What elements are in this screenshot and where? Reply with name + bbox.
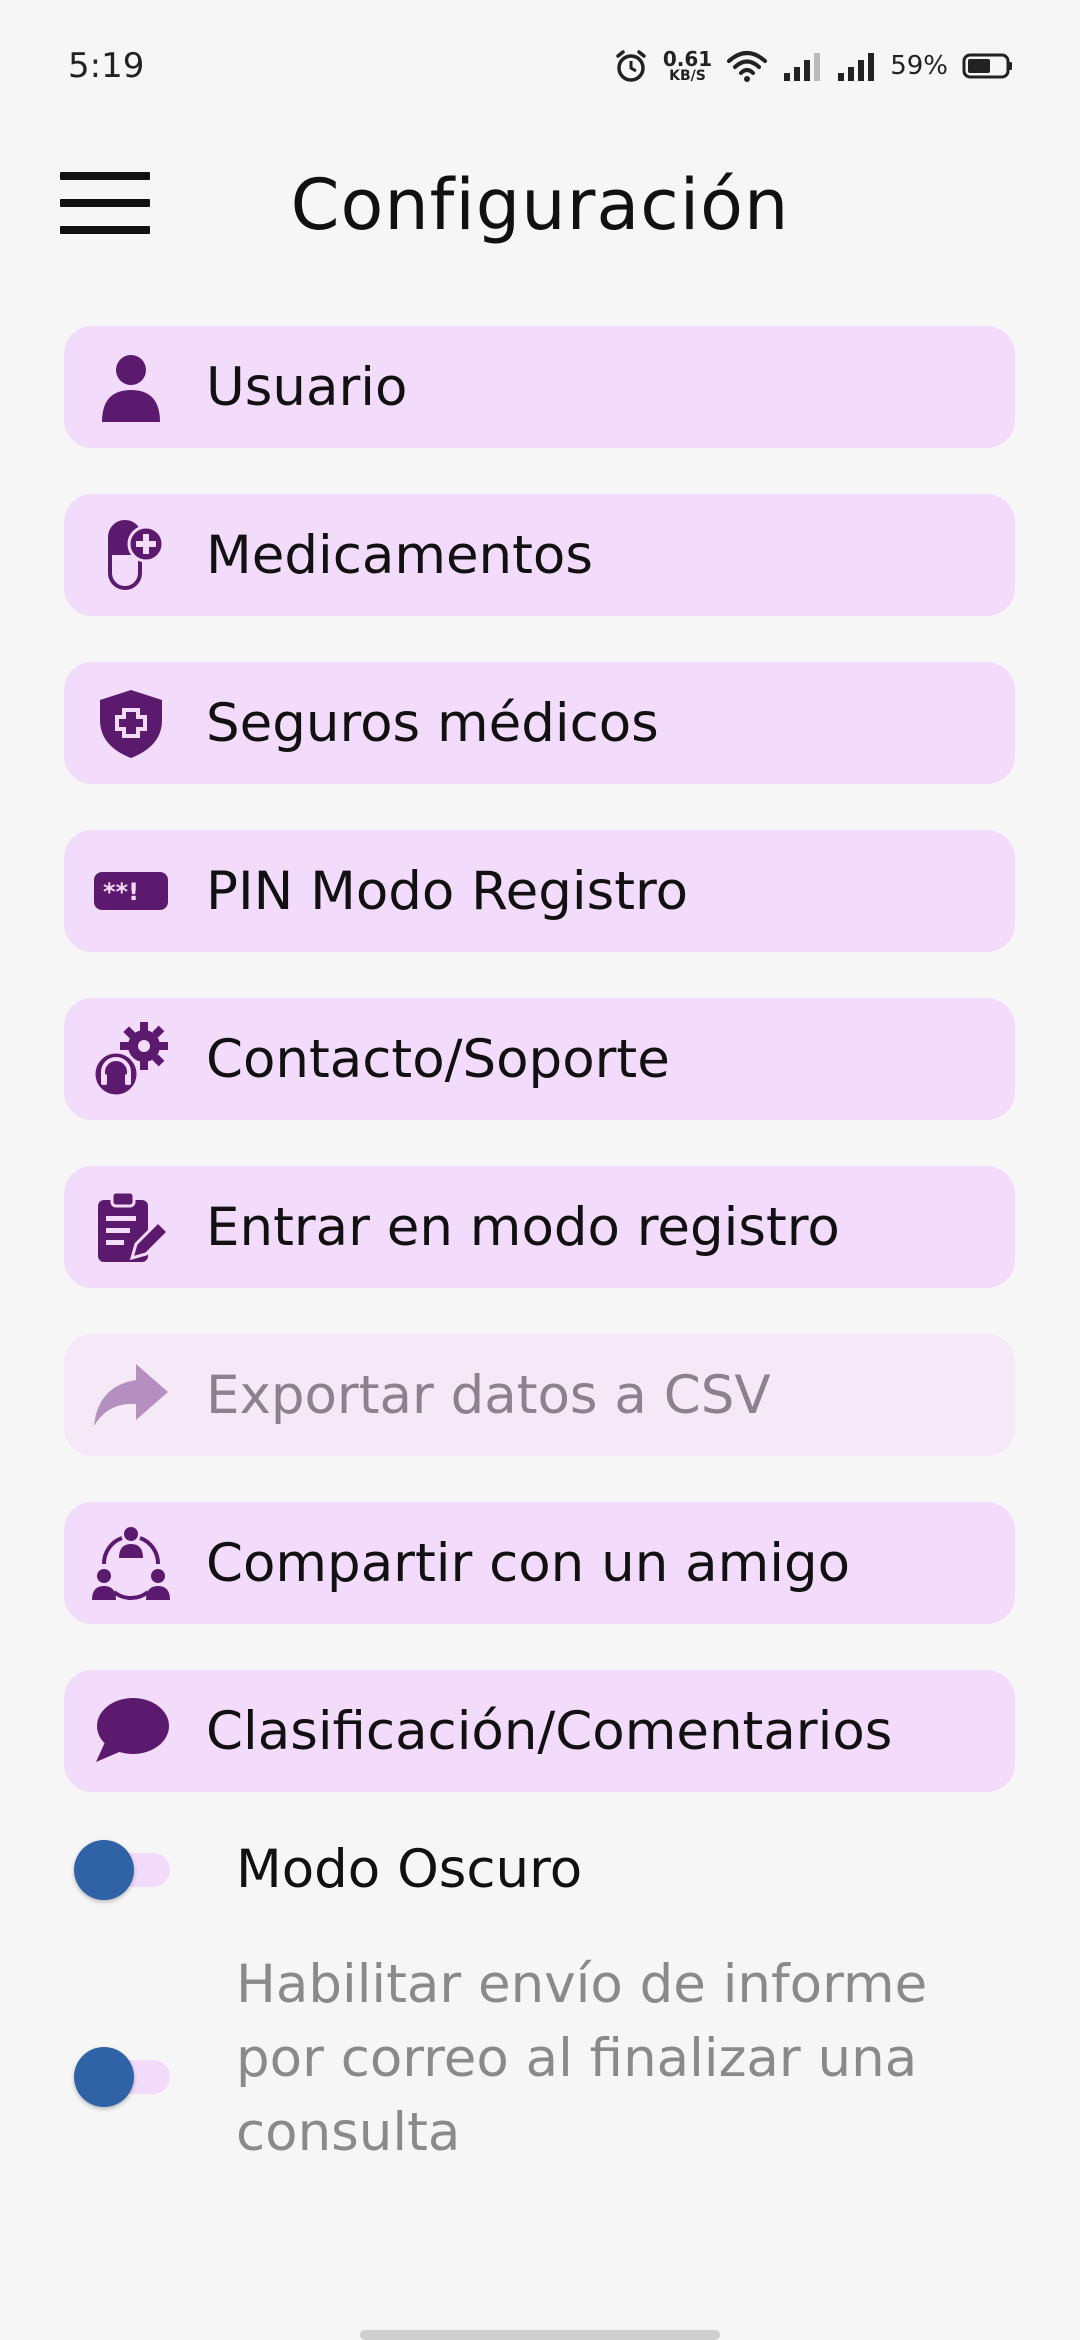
menu-item-label: Contacto/Soporte [206,1028,670,1090]
app-bar: Configuración [0,140,1080,270]
menu-item-label: Exportar datos a CSV [206,1364,771,1426]
settings-menu: Usuario Medicamentos Seguros médicos **!… [64,326,1015,1838]
menu-item-label: Usuario [206,356,408,418]
dark-mode-toggle[interactable] [74,1840,170,1900]
menu-item-pin-modo-registro[interactable]: **! PIN Modo Registro [64,830,1015,952]
comment-icon [92,1692,170,1770]
page-title: Configuración [290,164,790,246]
user-icon [92,348,170,426]
menu-item-compartir-amigo[interactable]: Compartir con un amigo [64,1502,1015,1624]
clipboard-edit-icon [92,1188,170,1266]
menu-item-seguros-medicos[interactable]: Seguros médicos [64,662,1015,784]
shield-plus-icon [92,684,170,762]
menu-item-exportar-csv[interactable]: Exportar datos a CSV [64,1334,1015,1456]
status-time: 5:19 [68,46,145,86]
menu-item-label: Medicamentos [206,524,593,586]
menu-item-label: Entrar en modo registro [206,1196,840,1258]
network-speed-value: 0.61 [662,47,713,71]
pill-icon [92,516,170,594]
status-icons: 0.61 KB/S 59% [613,48,1014,84]
menu-item-contacto-soporte[interactable]: Contacto/Soporte [64,998,1015,1120]
pin-icon: **! [92,852,170,930]
email-report-toggle[interactable] [74,2047,170,2107]
dark-mode-label: Modo Oscuro [236,1839,583,1900]
menu-item-entrar-modo-registro[interactable]: Entrar en modo registro [64,1166,1015,1288]
support-gear-icon [92,1020,170,1098]
svg-text:**!: **! [103,878,139,906]
menu-item-clasificacion-comentarios[interactable]: Clasificación/Comentarios [64,1670,1015,1792]
share-arrow-icon [92,1356,170,1434]
menu-item-label: PIN Modo Registro [206,860,689,922]
toggle-thumb [74,1840,134,1900]
network-speed: 0.61 KB/S [663,49,712,83]
email-report-row: Habilitar envío de informe por correo al… [74,1948,1034,2178]
status-bar: 5:19 0.61 KB/S 59% [0,0,1080,132]
alarm-icon [616,50,646,82]
share-people-icon [92,1524,170,1602]
battery-icon [962,53,1012,79]
menu-item-medicamentos[interactable]: Medicamentos [64,494,1015,616]
battery-percentage: 59% [890,51,948,81]
email-report-label: Habilitar envío de informe por correo al… [236,1954,928,2163]
dark-mode-row: Modo Oscuro [74,1830,1034,1910]
wifi-icon [727,51,768,82]
menu-item-label: Seguros médicos [206,692,659,754]
signal-icon-sim2 [838,53,875,81]
home-indicator[interactable] [360,2330,720,2340]
network-speed-unit: KB/S [669,68,706,84]
signal-icon-sim1 [784,53,821,81]
menu-item-usuario[interactable]: Usuario [64,326,1015,448]
menu-item-label: Compartir con un amigo [206,1532,851,1594]
menu-item-label: Clasificación/Comentarios [206,1700,893,1762]
toggle-thumb [74,2047,134,2107]
